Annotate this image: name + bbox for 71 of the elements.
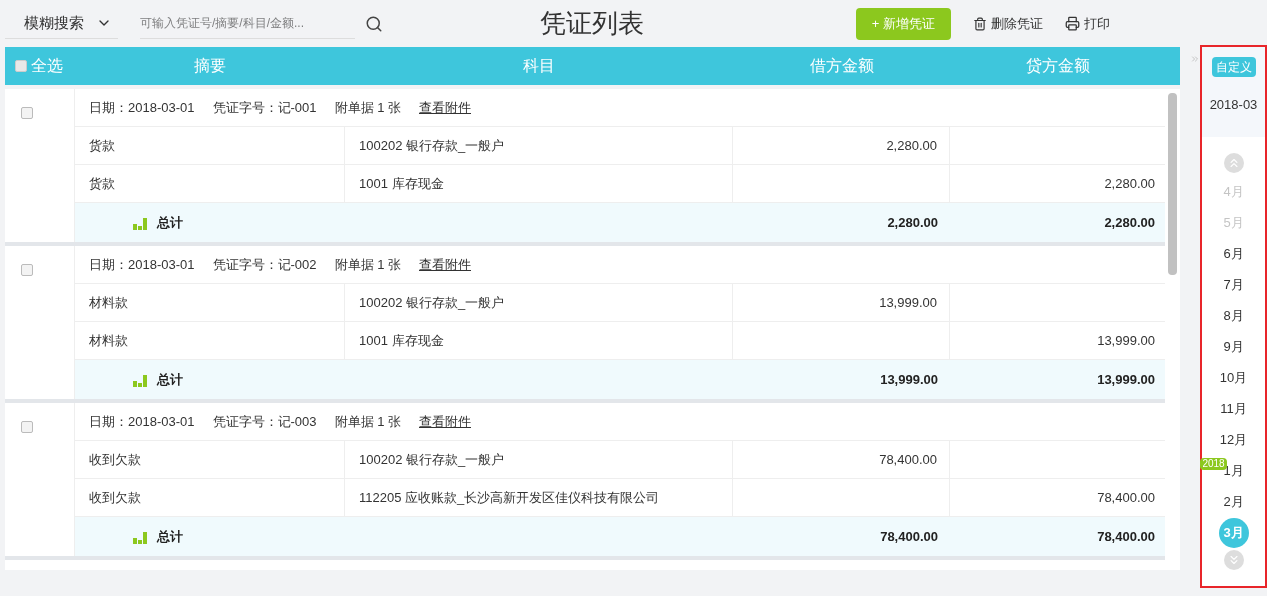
search-field[interactable]: 可输入凭证号/摘要/科目/金额... [140,8,355,39]
printer-icon [1065,16,1080,31]
total-label: 总计 [157,370,183,389]
print-button[interactable]: 打印 [1065,13,1110,34]
account-cell: 112205 应收账款_长沙高新开发区佳仪科技有限公司 [345,479,733,516]
voucher-date: 日期：2018-03-01 [89,98,195,117]
checkbox[interactable] [15,60,27,72]
total-label: 总计 [157,213,183,232]
search-icon[interactable] [365,14,383,33]
checkbox[interactable] [21,264,33,276]
current-period: 2018-03 [1209,96,1258,114]
account-cell: 100202 银行存款_一般户 [345,127,733,164]
bar-chart-icon [133,215,147,230]
voucher-date: 日期：2018-03-01 [89,412,195,431]
voucher-date: 日期：2018-03-01 [89,255,195,274]
credit-total: 13,999.00 [1096,370,1156,389]
attachment-count: 附单据 1 张 [334,98,401,117]
month-item[interactable]: 9月 [1223,336,1244,357]
delete-voucher-button[interactable]: 删除凭证 [973,13,1043,34]
summary-cell: 收到欠款 [75,479,345,516]
bar-chart-icon [133,529,147,544]
credit-total: 78,400.00 [1096,527,1156,546]
view-attachments-link[interactable]: 查看附件 [419,97,471,118]
total-label: 总计 [157,527,183,546]
checkbox[interactable] [21,421,33,433]
summary-cell: 货款 [75,165,345,202]
credit-amount: 78,400.00 [1097,488,1155,507]
page-title: 凭证列表 [540,7,644,40]
view-attachments-link[interactable]: 查看附件 [419,254,471,275]
month-item[interactable]: 11月 [1220,398,1247,419]
account-cell: 1001 库存现金 [345,322,733,359]
debit-total: 78,400.00 [879,527,939,546]
scroll-up-button[interactable] [1223,153,1244,173]
voucher-number: 凭证字号：记-001 [212,98,317,117]
debit-amount: 78,400.00 [879,450,937,469]
account-cell: 100202 银行存款_一般户 [345,441,733,478]
column-header: 摘要 [193,56,227,76]
bar-chart-icon [133,372,147,387]
debit-amount: 13,999.00 [879,293,937,312]
credit-amount: 2,280.00 [1104,174,1155,193]
view-attachments-link[interactable]: 查看附件 [419,411,471,432]
trash-icon [973,16,987,31]
voucher-number: 凭证字号：记-003 [212,412,317,431]
scroll-down-button[interactable] [1223,550,1244,570]
month-item[interactable]: 6月 [1223,243,1244,264]
checkbox[interactable] [21,107,33,119]
credit-amount: 13,999.00 [1097,331,1155,350]
month-item[interactable]: 10月 [1219,367,1248,388]
summary-cell: 材料款 [75,284,345,321]
scrollbar-thumb[interactable] [1168,93,1177,275]
search-mode-dropdown[interactable]: 模糊搜索 [5,8,118,39]
summary-cell: 收到欠款 [75,441,345,478]
column-header: 借方金额 [808,56,875,76]
debit-amount: 2,280.00 [886,136,937,155]
attachment-count: 附单据 1 张 [334,255,401,274]
summary-cell: 材料款 [75,322,345,359]
account-cell: 1001 库存现金 [345,165,733,202]
attachment-count: 附单据 1 张 [334,412,401,431]
account-cell: 100202 银行存款_一般户 [345,284,733,321]
voucher-number: 凭证字号：记-002 [212,255,317,274]
month-item[interactable]: 12月 [1219,429,1248,450]
column-header: 科目 [522,56,556,76]
debit-total: 13,999.00 [879,370,939,389]
month-item[interactable]: 8月 [1223,305,1244,326]
credit-total: 2,280.00 [1103,213,1156,232]
summary-cell: 货款 [75,127,345,164]
column-header: 贷方金额 [1024,56,1091,76]
month-item[interactable]: 7月 [1223,274,1244,295]
year-badge: 2018 [1200,458,1227,470]
month-item[interactable]: 2月 [1223,491,1244,512]
debit-total: 2,280.00 [886,213,939,232]
